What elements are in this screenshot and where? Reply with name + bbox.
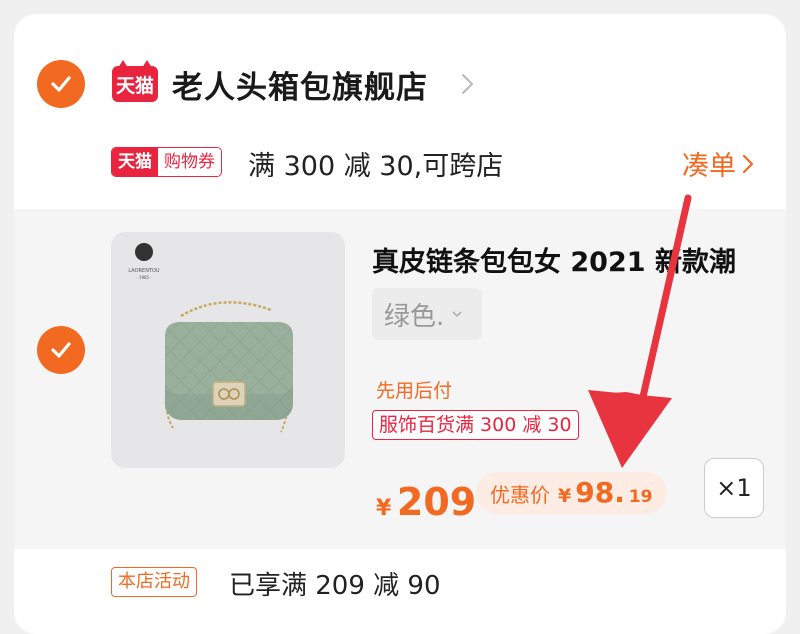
product-title[interactable]: 真皮链条包包女 2021 新款潮: [372, 240, 772, 279]
check-icon: [51, 76, 71, 92]
store-card: 天猫 老人头箱包旗舰店 天猫 购物券 满 300 减 30,可跨店 凑单 LAO…: [14, 14, 786, 634]
price-currency: ¥: [376, 496, 392, 521]
promo-tag: 服饰百货满 300 减 30: [372, 410, 579, 440]
price: ¥ 209: [376, 480, 476, 524]
discount-integer: 98.: [575, 476, 625, 509]
discount-label: 优惠价: [490, 483, 550, 507]
item-select-checkbox[interactable]: [37, 326, 85, 374]
store-name[interactable]: 老人头箱包旗舰店: [172, 62, 428, 107]
quantity-button[interactable]: ×1: [704, 458, 764, 518]
coudan-link[interactable]: 凑单: [682, 144, 754, 183]
coupon-tag-tmall: 天猫: [112, 148, 158, 176]
discount-currency: ¥: [558, 485, 572, 507]
store-select-checkbox[interactable]: [37, 60, 85, 108]
discount-price-badge: 优惠价 ¥ 98. 19: [476, 472, 667, 514]
discount-decimal: 19: [628, 487, 653, 507]
check-icon: [51, 342, 71, 358]
coupon-text: 满 300 减 30,可跨店: [248, 151, 504, 182]
variant-label: 绿色.: [384, 301, 445, 332]
variant-selector[interactable]: 绿色.: [372, 288, 482, 340]
tmall-logo: 天猫: [112, 60, 158, 102]
handbag-image: LAORENTOU · 1985 ·: [128, 243, 293, 433]
price-value: 209: [396, 480, 477, 524]
chevron-down-icon: [452, 311, 462, 318]
product-image[interactable]: LAORENTOU · 1985 ·: [111, 232, 345, 468]
shop-activity-text: 已享满 209 减 90: [229, 571, 441, 601]
brand-logo-text: LAORENTOU: [128, 268, 160, 274]
coupon-tag-label: 购物券: [158, 148, 221, 176]
chevron-right-icon[interactable]: [460, 72, 476, 96]
coudan-label: 凑单: [682, 151, 736, 182]
pay-later-label: 先用后付: [376, 380, 453, 402]
shop-activity-tag: 本店活动: [111, 567, 197, 597]
chevron-right-icon: [742, 154, 754, 173]
shopping-coupon-tag: 天猫 购物券: [111, 147, 222, 177]
brand-logo-year: · 1985 ·: [136, 275, 151, 280]
